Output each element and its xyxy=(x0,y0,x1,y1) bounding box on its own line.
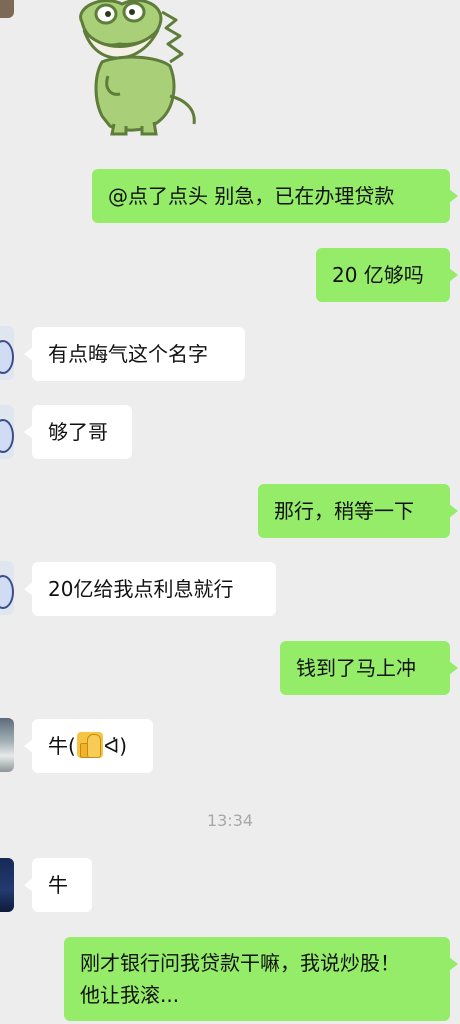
incoming-message-bubble[interactable]: 牛 xyxy=(24,858,92,912)
incoming-message-bubble[interactable]: 够了哥 xyxy=(24,405,132,459)
contact-avatar[interactable] xyxy=(0,858,14,912)
chat-message-list[interactable]: @点了点头 别急，已在办理贷款 20 亿够吗 有点晦气这个名字 够了哥 那行，稍… xyxy=(0,0,460,1024)
message-text-line: 刚才银行问我贷款干嘛，我说炒股！ xyxy=(80,951,400,975)
message-text: 够了哥 xyxy=(48,420,108,444)
message-text-line: 他让我滚... xyxy=(80,983,180,1007)
message-text: 20 亿够吗 xyxy=(332,263,424,287)
message-text: @点了点头 别急，已在办理贷款 xyxy=(108,184,395,208)
thumbs-up-emoji xyxy=(76,732,103,758)
message-timestamp: 13:34 xyxy=(206,811,254,830)
contact-avatar[interactable] xyxy=(0,405,14,459)
message-text: 牛( xyxy=(48,734,76,758)
message-text: 牛 xyxy=(48,873,68,897)
message-text: 有点晦气这个名字 xyxy=(48,342,208,366)
message-text: 钱到了马上冲 xyxy=(296,656,416,680)
contact-avatar[interactable] xyxy=(0,718,14,772)
incoming-message-bubble[interactable]: 20亿给我点利息就行 xyxy=(24,562,276,616)
incoming-message-bubble[interactable]: 有点晦气这个名字 xyxy=(24,327,245,381)
outgoing-message-bubble[interactable]: 钱到了马上冲 xyxy=(280,641,458,695)
avatar-top-partial[interactable] xyxy=(0,0,14,18)
message-text: 那行，稍等一下 xyxy=(274,499,414,523)
green-dinosaur-sticker[interactable] xyxy=(44,0,204,140)
contact-avatar[interactable] xyxy=(0,561,14,615)
message-text-suffix: ᐊ̇) xyxy=(103,734,127,758)
outgoing-message-bubble[interactable]: 刚才银行问我贷款干嘛，我说炒股！ 他让我滚... xyxy=(64,937,458,1021)
outgoing-message-bubble[interactable]: 那行，稍等一下 xyxy=(258,484,458,538)
outgoing-message-bubble[interactable]: 20 亿够吗 xyxy=(316,248,458,302)
incoming-message-bubble[interactable]: 牛( ᐊ̇) xyxy=(24,719,153,773)
outgoing-message-bubble[interactable]: @点了点头 别急，已在办理贷款 xyxy=(92,169,458,223)
message-text: 20亿给我点利息就行 xyxy=(48,577,234,601)
contact-avatar[interactable] xyxy=(0,326,14,380)
